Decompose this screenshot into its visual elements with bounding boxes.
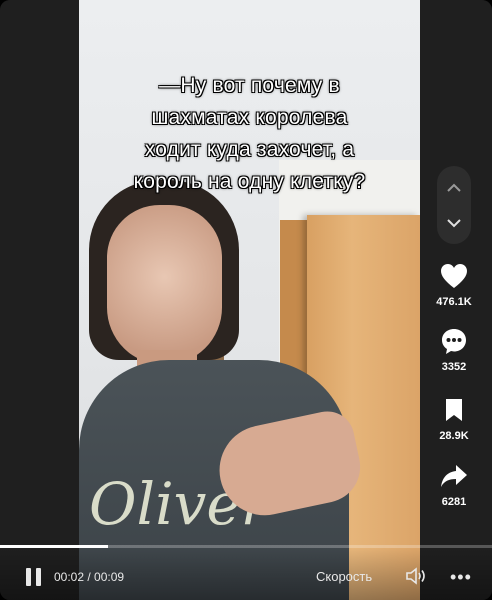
previous-video-button[interactable]: [437, 170, 471, 204]
next-video-button[interactable]: [437, 206, 471, 240]
comment-icon: [434, 323, 474, 359]
more-icon: •••: [450, 567, 472, 587]
share-icon: [434, 458, 474, 494]
comment-button[interactable]: 3352: [426, 323, 482, 373]
playback-time: 00:02 / 00:09: [54, 570, 125, 584]
chevron-up-icon: [447, 183, 461, 192]
video-nav: [437, 166, 471, 244]
like-button[interactable]: 476.1K: [426, 258, 482, 308]
playback-controls: 00:02 / 00:09 Скорость •••: [0, 548, 492, 600]
like-count: 476.1K: [436, 296, 472, 308]
caption-line: —Ну вот почему в: [159, 74, 340, 97]
left-gutter: [0, 0, 79, 600]
share-button[interactable]: 6281: [426, 458, 482, 508]
caption-line: ходит куда захочет, а: [144, 138, 355, 161]
comment-count: 3352: [441, 361, 467, 373]
video-player: Oliver —Ну вот почему в шахматах королев…: [0, 0, 492, 600]
speed-button[interactable]: Скорость: [316, 569, 372, 584]
video-caption: —Ну вот почему в шахматах королева ходит…: [79, 70, 420, 198]
person-face: [107, 205, 222, 365]
share-count: 6281: [441, 496, 467, 508]
save-count: 28.9K: [439, 430, 469, 442]
save-button[interactable]: 28.9K: [426, 392, 482, 442]
volume-button[interactable]: [405, 566, 429, 586]
caption-line: король на одну клетку?: [133, 170, 366, 193]
caption-line: шахматах королева: [151, 106, 348, 129]
chevron-down-icon: [447, 218, 461, 227]
more-button[interactable]: •••: [450, 567, 472, 588]
bookmark-icon: [434, 392, 474, 428]
pause-button[interactable]: [26, 568, 42, 586]
volume-icon: [406, 567, 425, 585]
heart-icon: [434, 258, 474, 294]
pause-icon: [26, 568, 31, 586]
pause-icon: [36, 568, 41, 586]
